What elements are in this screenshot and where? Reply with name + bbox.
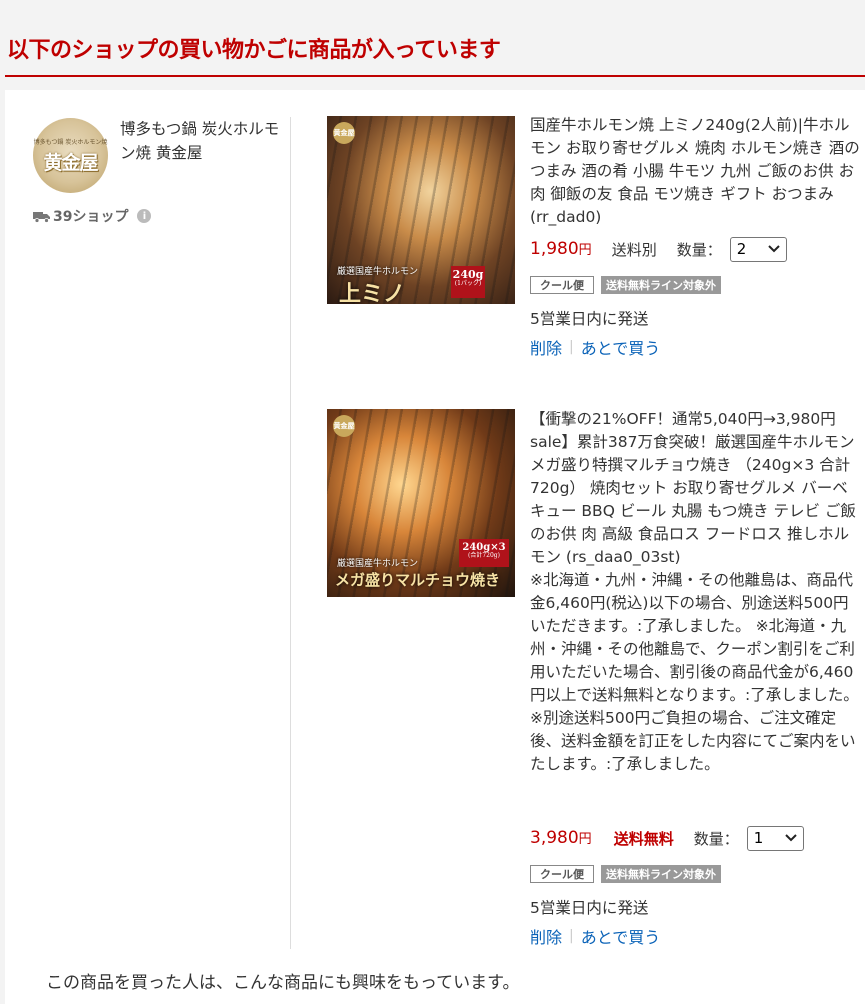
action-separator: | xyxy=(569,928,574,944)
item-2-delivery: 5営業日内に発送 xyxy=(530,899,649,917)
shop-count-label: 39ショップ xyxy=(53,209,129,225)
item-2-title-link[interactable]: 【衝撃の21%OFF！通常5,040円→3,980円sale】累計387万食突破… xyxy=(530,408,860,776)
item-1-currency: 円 xyxy=(578,243,592,258)
item-1-delete-link[interactable]: 削除 xyxy=(530,335,562,359)
item-2-currency: 円 xyxy=(578,832,592,847)
item-1-actions: 削除 | あとで買う xyxy=(530,335,660,359)
item-2-qty-label: 数量： xyxy=(693,829,739,848)
item-2-actions: 削除 | あとで買う xyxy=(530,924,660,948)
item-2-caption-small: 厳選国産牛ホルモン xyxy=(337,559,419,569)
item-2-delete-link[interactable]: 削除 xyxy=(530,924,562,948)
item-2-shipping: 送料無料 xyxy=(613,829,674,848)
item-2-weight-sub: (合計720g) xyxy=(468,552,500,559)
item-1-caption-big: 上ミノ xyxy=(339,281,406,304)
item-2-free-line-tag: 送料無料ライン対象外 xyxy=(601,865,721,883)
item-1-tags: クール便 送料無料ライン対象外 xyxy=(530,276,721,294)
item-2-tags: クール便 送料無料ライン対象外 xyxy=(530,865,721,883)
item-1-delivery: 5営業日内に発送 xyxy=(530,310,649,328)
item-2-price-value: 3,980 xyxy=(530,828,579,848)
item-2-buy-later-link[interactable]: あとで買う xyxy=(581,924,661,948)
chevron-down-icon xyxy=(785,834,797,842)
item-1-image[interactable]: 黄金屋 厳選国産牛ホルモン 上ミノ 240g (1パック) xyxy=(327,116,515,304)
item-2-cool-tag: クール便 xyxy=(530,865,594,883)
item-2-image[interactable]: 黄金屋 厳選国産牛ホルモン メガ盛りマルチョウ焼き 240g×3 (合計720g… xyxy=(327,409,515,597)
item-1-free-line-tag: 送料無料ライン対象外 xyxy=(601,276,721,294)
item-2-caption-big: メガ盛りマルチョウ焼き xyxy=(335,571,501,589)
item-1-shipping: 送料別 xyxy=(611,240,657,259)
chevron-down-icon xyxy=(768,245,780,253)
info-icon[interactable]: i xyxy=(137,209,152,223)
truck-icon xyxy=(33,211,50,223)
item-2-title: 【衝撃の21%OFF！通常5,040円→3,980円sale】累計387万食突破… xyxy=(530,410,859,773)
page-header: 以下のショップの買い物かごに商品が入っています xyxy=(0,0,865,80)
shop-logo-subtitle: 博多もつ鍋 炭火ホルモン焼 xyxy=(33,138,108,146)
item-2-qty-value: 1 xyxy=(753,829,764,847)
shop-count: 39ショップ i xyxy=(33,206,152,226)
column-divider xyxy=(290,117,291,949)
item-1-qty-value: 2 xyxy=(736,240,747,258)
item-2-price: 3,980円 xyxy=(530,828,592,848)
item-2-quantity-select[interactable]: 1 xyxy=(746,825,804,851)
recommendation-heading: この商品を買った人は、こんな商品にも興味をもっています。 xyxy=(46,973,520,993)
item-1-price-row: 1,980円 送料別 数量： 2 xyxy=(530,236,787,262)
shop-logo[interactable]: 博多もつ鍋 炭火ホルモン焼 黄金屋 xyxy=(33,118,108,193)
cart-shop-panel: 博多もつ鍋 炭火ホルモン焼 黄金屋 博多もつ鍋 炭火ホルモン焼 黄金屋 39ショ… xyxy=(5,90,865,1004)
page-title: 以下のショップの買い物かごに商品が入っています xyxy=(7,38,501,63)
item-1-price-value: 1,980 xyxy=(530,239,579,259)
item-1-cool-tag: クール便 xyxy=(530,276,594,294)
item-1-qty-label: 数量： xyxy=(676,240,722,259)
title-divider xyxy=(5,75,865,77)
item-1-quantity-select[interactable]: 2 xyxy=(729,236,787,262)
item-1-weight: 240g xyxy=(452,268,484,281)
item-1-buy-later-link[interactable]: あとで買う xyxy=(581,335,661,359)
item-1-price: 1,980円 xyxy=(530,239,592,259)
item-2-badge: 黄金屋 xyxy=(333,415,355,437)
item-1-weight-sub: (1パック) xyxy=(454,280,482,288)
item-1-badge: 黄金屋 xyxy=(333,122,355,144)
item-2-weight-tag: 240g×3 (合計720g) xyxy=(459,539,509,567)
shop-logo-text: 黄金屋 xyxy=(43,151,98,174)
item-2-price-row: 3,980円 送料無料 数量： 1 xyxy=(530,825,804,851)
item-1-weight-tag: 240g (1パック) xyxy=(451,266,485,298)
shop-name-link[interactable]: 博多もつ鍋 炭火ホルモン焼 黄金屋 xyxy=(120,117,280,165)
item-1-title-link[interactable]: 国産牛ホルモン焼 上ミノ240g(2人前)|牛ホルモン お取り寄せグルメ 焼肉 … xyxy=(530,114,860,229)
action-separator: | xyxy=(569,339,574,355)
